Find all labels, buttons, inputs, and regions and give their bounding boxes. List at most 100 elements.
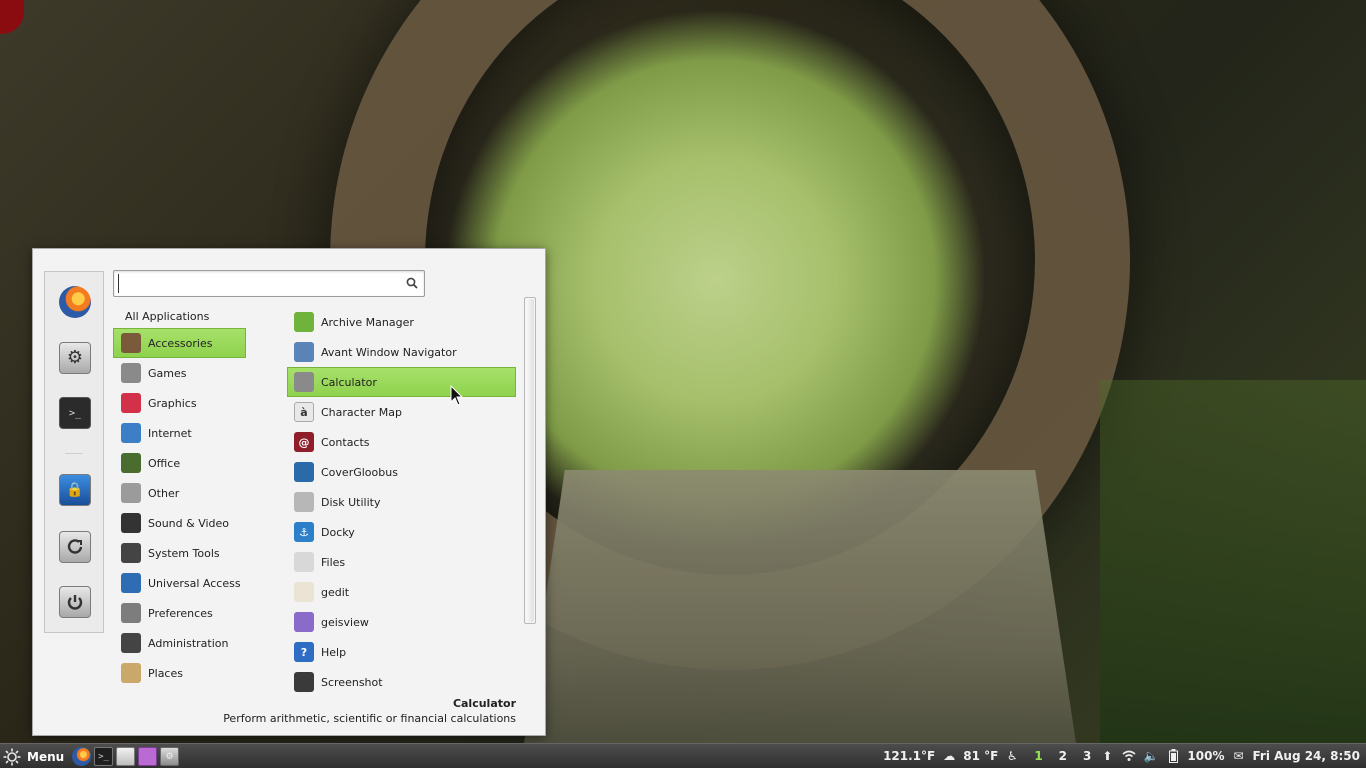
favorites-bar: ⚙ >_ 🔒 bbox=[44, 271, 104, 633]
category-places[interactable]: Places bbox=[113, 658, 246, 688]
category-system-tools[interactable]: System Tools bbox=[113, 538, 246, 568]
clock[interactable]: Fri Aug 24, 8:50 bbox=[1252, 749, 1360, 763]
mouse-pointer-icon bbox=[450, 385, 464, 406]
category-label: Accessories bbox=[148, 336, 213, 350]
avant-window-navigator-icon bbox=[294, 342, 314, 362]
gedit-icon bbox=[294, 582, 314, 602]
scrollbar-thumb[interactable] bbox=[526, 299, 534, 622]
category-label: Internet bbox=[148, 426, 192, 440]
panel-launchers: >_ ⚙ bbox=[72, 747, 182, 766]
app-label: Docky bbox=[321, 525, 355, 539]
screenshot-icon bbox=[294, 672, 314, 692]
power-icon[interactable] bbox=[59, 586, 91, 618]
files-icon bbox=[294, 552, 314, 572]
category-games[interactable]: Games bbox=[113, 358, 246, 388]
docky-icon: ⚓ bbox=[294, 522, 314, 542]
other-icon bbox=[121, 483, 141, 503]
calculator-icon bbox=[294, 372, 314, 392]
app-item-disk-utility[interactable]: Disk Utility bbox=[287, 487, 516, 517]
upload-arrow-icon[interactable]: ⬆ bbox=[1099, 748, 1115, 764]
wallpaper-grass bbox=[1100, 380, 1366, 768]
app-item-files[interactable]: Files bbox=[287, 547, 516, 577]
wallpaper-wood-floor bbox=[520, 470, 1080, 768]
app-item-avant-window-navigator[interactable]: Avant Window Navigator bbox=[287, 337, 516, 367]
app-item-gedit[interactable]: gedit bbox=[287, 577, 516, 607]
category-administration[interactable]: Administration bbox=[113, 628, 246, 658]
all-applications-category[interactable]: All Applications bbox=[125, 310, 209, 323]
category-label: Places bbox=[148, 666, 183, 680]
app-item-screenshot[interactable]: Screenshot bbox=[287, 667, 516, 697]
app-item-contacts[interactable]: @ Contacts bbox=[287, 427, 516, 457]
preferences-icon bbox=[121, 603, 141, 623]
app-item-docky[interactable]: ⚓ Docky bbox=[287, 517, 516, 547]
app-label: Screenshot bbox=[321, 675, 383, 689]
settings-launcher-icon[interactable]: ⚙ bbox=[160, 747, 179, 766]
terminal-launcher-icon[interactable]: >_ bbox=[94, 747, 113, 766]
pidgin-launcher-icon[interactable] bbox=[138, 747, 157, 766]
geisview-icon bbox=[294, 612, 314, 632]
category-other[interactable]: Other bbox=[113, 478, 246, 508]
power-symbol-icon bbox=[67, 595, 83, 610]
workspace-3[interactable]: 3 bbox=[1083, 749, 1091, 763]
weather-temperature[interactable]: 81 °F bbox=[963, 749, 998, 763]
app-list-scrollbar[interactable] bbox=[524, 297, 536, 624]
wifi-icon[interactable] bbox=[1121, 748, 1137, 764]
weather-cloud-icon[interactable]: ☁ bbox=[941, 748, 957, 764]
menu-button[interactable]: Menu bbox=[3, 746, 64, 767]
application-list: Archive Manager Avant Window Navigator Cal… bbox=[287, 307, 517, 697]
search-box bbox=[113, 270, 425, 297]
internet-icon bbox=[121, 423, 141, 443]
category-sound-video[interactable]: Sound & Video bbox=[113, 508, 246, 538]
padlock-icon: 🔒 bbox=[66, 482, 84, 498]
category-universal-access[interactable]: Universal Access bbox=[113, 568, 246, 598]
category-internet[interactable]: Internet bbox=[113, 418, 246, 448]
app-item-archive-manager[interactable]: Archive Manager bbox=[287, 307, 516, 337]
system-tray: 121.1°F ☁ 81 °F ♿ 1 2 3 ⬆ 🔈 100% ✉ Fri A… bbox=[883, 744, 1366, 768]
terminal-prompt-icon: >_ bbox=[68, 407, 82, 419]
battery-icon[interactable] bbox=[1165, 748, 1181, 764]
category-accessories[interactable]: Accessories bbox=[113, 328, 246, 358]
favorites-separator bbox=[65, 453, 83, 454]
app-item-character-map[interactable]: à Character Map bbox=[287, 397, 516, 427]
notification-envelope-icon[interactable]: ✉ bbox=[1230, 748, 1246, 764]
system-tools-icon bbox=[121, 543, 141, 563]
category-graphics[interactable]: Graphics bbox=[113, 388, 246, 418]
battery-percentage[interactable]: 100% bbox=[1187, 749, 1224, 763]
app-item-geisview[interactable]: geisview bbox=[287, 607, 516, 637]
workspace-1[interactable]: 1 bbox=[1034, 749, 1042, 763]
accessibility-icon[interactable]: ♿ bbox=[1004, 748, 1020, 764]
workspace-2[interactable]: 2 bbox=[1059, 749, 1067, 763]
category-office[interactable]: Office bbox=[113, 448, 246, 478]
character-map-icon: à bbox=[294, 402, 314, 422]
firefox-icon[interactable] bbox=[59, 286, 91, 318]
category-label: Other bbox=[148, 486, 180, 500]
sound-video-icon bbox=[121, 513, 141, 533]
search-input[interactable] bbox=[118, 274, 398, 293]
app-label: Calculator bbox=[321, 375, 377, 389]
games-icon bbox=[121, 363, 141, 383]
covergloobus-icon bbox=[294, 462, 314, 482]
firefox-launcher-icon[interactable] bbox=[72, 747, 91, 766]
lock-screen-icon[interactable]: 🔒 bbox=[59, 474, 91, 506]
category-label: System Tools bbox=[148, 546, 220, 560]
selected-app-description: Perform arithmetic, scientific or financ… bbox=[223, 712, 516, 725]
cpu-temperature[interactable]: 121.1°F bbox=[883, 749, 935, 763]
contacts-icon: @ bbox=[294, 432, 314, 452]
logout-icon[interactable] bbox=[59, 531, 91, 563]
files-launcher-icon[interactable] bbox=[116, 747, 135, 766]
terminal-icon[interactable]: >_ bbox=[59, 397, 91, 429]
app-item-covergloobus[interactable]: CoverGloobus bbox=[287, 457, 516, 487]
system-settings-icon[interactable]: ⚙ bbox=[59, 342, 91, 374]
app-item-calculator[interactable]: Calculator bbox=[287, 367, 516, 397]
accessories-icon bbox=[121, 333, 141, 353]
selected-app-name: Calculator bbox=[452, 697, 516, 710]
app-label: Contacts bbox=[321, 435, 370, 449]
category-label: Graphics bbox=[148, 396, 197, 410]
category-preferences[interactable]: Preferences bbox=[113, 598, 246, 628]
universal-access-icon bbox=[121, 573, 141, 593]
app-label: Archive Manager bbox=[321, 315, 414, 329]
volume-icon[interactable]: 🔈 bbox=[1143, 748, 1159, 764]
app-item-help[interactable]: ? Help bbox=[287, 637, 516, 667]
search-icon[interactable] bbox=[406, 277, 418, 289]
archive-manager-icon bbox=[294, 312, 314, 332]
